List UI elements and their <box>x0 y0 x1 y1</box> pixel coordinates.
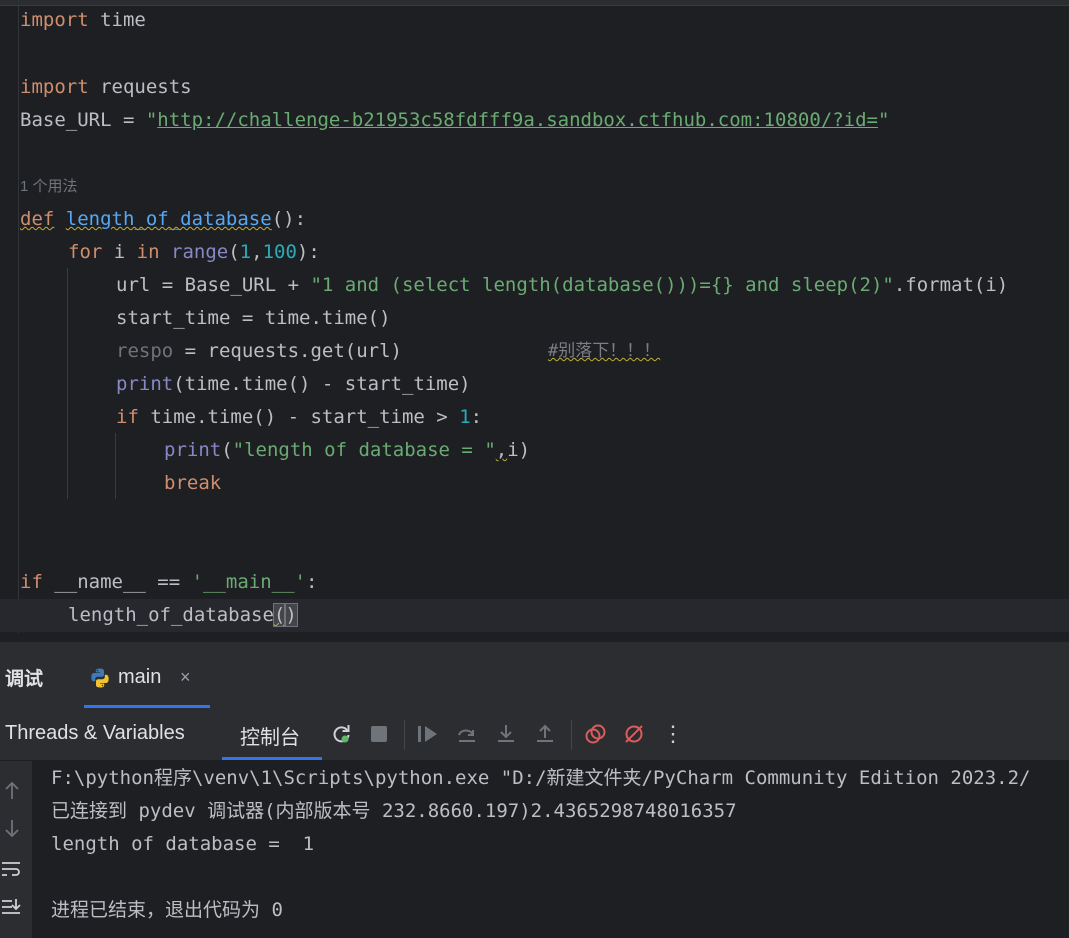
tab-threads-variables[interactable]: Threads & Variables <box>5 722 185 745</box>
code-line-start-time[interactable]: start_time = time.time() <box>116 302 391 335</box>
scroll-to-end-icon[interactable] <box>0 896 24 920</box>
resume-icon[interactable] <box>416 722 440 746</box>
tab-console-indicator <box>222 757 322 760</box>
view-breakpoints-icon[interactable] <box>583 722 607 746</box>
debug-tab-bar: 调试 main × <box>0 642 1069 708</box>
scroll-down-icon[interactable] <box>0 818 24 842</box>
code-editor[interactable]: import time import requests Base_URL = "… <box>0 0 1069 633</box>
code-line-def[interactable]: def length_of_database(): <box>20 203 306 236</box>
panel-splitter[interactable] <box>0 633 1069 641</box>
code-line-print-time[interactable]: print(time.time() - start_time) <box>116 368 471 401</box>
close-icon[interactable]: × <box>180 667 191 688</box>
mute-breakpoints-icon[interactable] <box>622 722 646 746</box>
indent-guide <box>115 433 116 499</box>
rerun-icon[interactable] <box>329 722 353 746</box>
code-line-break[interactable]: break <box>164 467 221 500</box>
tab-console[interactable]: 控制台 <box>240 721 300 750</box>
editor-gutter-border <box>18 0 19 633</box>
toolbar-separator <box>571 720 572 750</box>
code-line-main-guard[interactable]: if __name__ == '__main__': <box>20 566 317 599</box>
step-over-icon[interactable] <box>455 722 479 746</box>
stop-icon[interactable] <box>367 722 391 746</box>
python-icon <box>91 668 109 688</box>
code-line-3[interactable]: import requests <box>20 71 192 104</box>
toolbar-separator <box>404 720 405 750</box>
console-line: length of database = 1 <box>51 833 315 855</box>
code-line-print-length[interactable]: print("length of database = ",i) <box>164 434 530 467</box>
scroll-up-icon[interactable] <box>0 779 24 803</box>
code-line-url[interactable]: url = Base_URL + "1 and (select length(d… <box>116 269 1008 302</box>
console-output[interactable]: F:\python程序\venv\1\Scripts\python.exe "D… <box>33 761 1069 938</box>
step-into-icon[interactable] <box>494 722 518 746</box>
code-comment[interactable]: #别落下！！！ <box>548 335 660 368</box>
step-out-icon[interactable] <box>533 722 557 746</box>
code-line-4[interactable]: Base_URL = "http://challenge-b21953c58fd… <box>20 104 889 137</box>
tab-main[interactable]: main × <box>84 652 210 708</box>
code-line-respo[interactable]: respo = requests.get(url) <box>116 335 402 368</box>
indent-guide <box>67 268 68 499</box>
tab-main-label: main <box>118 666 162 688</box>
debug-subtoolbar: Threads & Variables 控制台 ⋮ <box>0 708 1069 761</box>
code-line-for[interactable]: for i in range(1,100): <box>68 236 320 269</box>
usage-hint[interactable]: 1 个用法 <box>20 170 78 203</box>
console-line: 已连接到 pydev 调试器(内部版本号 232.8660.197)2.4365… <box>51 800 737 822</box>
console-left-toolbar <box>0 761 33 938</box>
console-line: F:\python程序\venv\1\Scripts\python.exe "D… <box>51 767 1031 789</box>
soft-wrap-icon[interactable] <box>0 858 24 882</box>
more-options-icon[interactable]: ⋮ <box>661 721 685 746</box>
debug-tool-title: 调试 <box>5 669 44 690</box>
console-line: 进程已结束，退出代码为 0 <box>51 899 283 921</box>
debug-tool-window: 调试 main × Threads & Variables 控制台 ⋮ F:\p… <box>0 641 1069 938</box>
code-line-1[interactable]: import time <box>20 4 146 37</box>
editor-top-border <box>0 0 1069 6</box>
url-link[interactable]: http://challenge-b21953c58fdfff9a.sandbo… <box>157 109 878 131</box>
code-line-if[interactable]: if time.time() - start_time > 1: <box>116 401 482 434</box>
code-line-call-current[interactable]: length_of_database() <box>0 599 1069 632</box>
